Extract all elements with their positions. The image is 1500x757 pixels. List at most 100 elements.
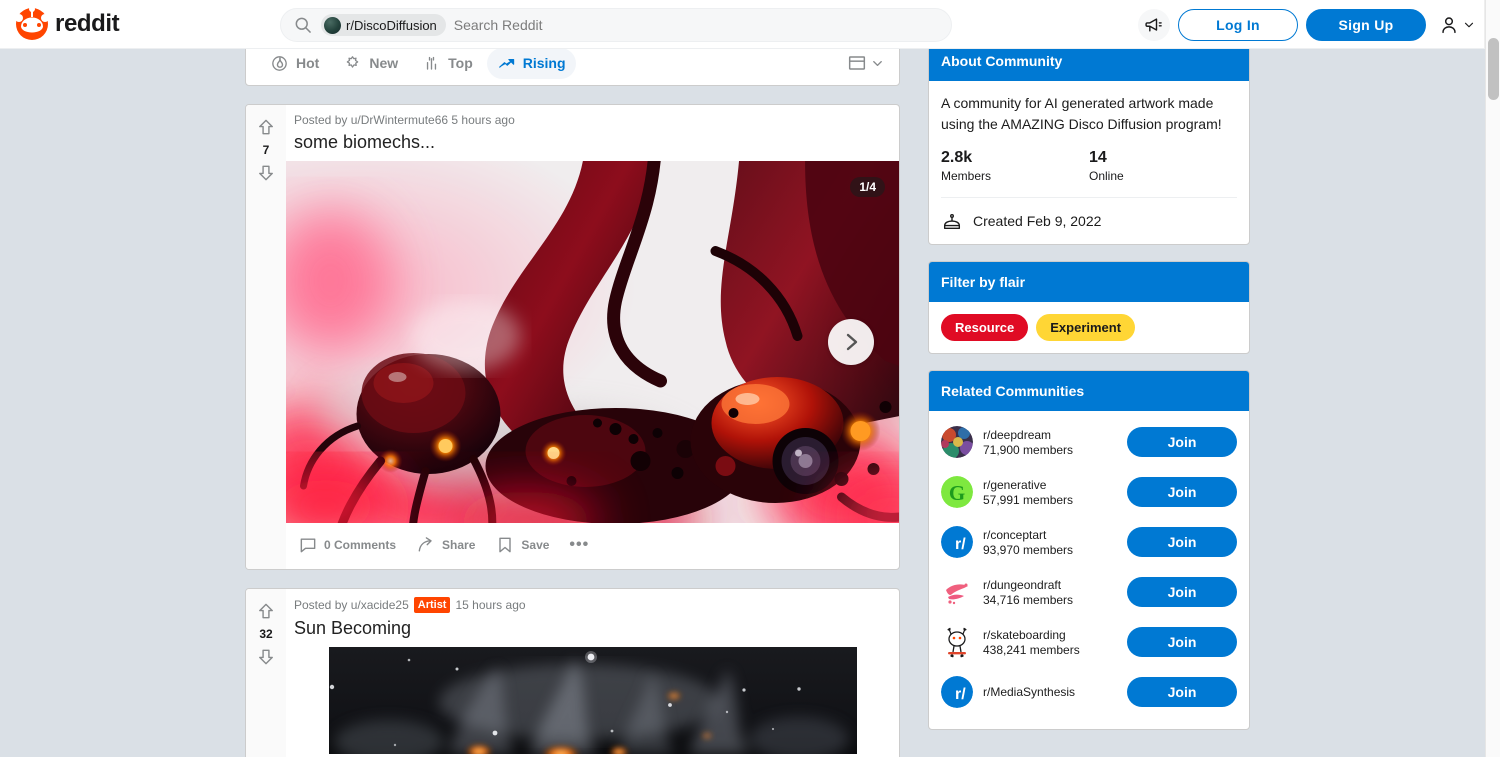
join-button[interactable]: Join xyxy=(1127,577,1237,607)
sort-tab-hot[interactable]: Hot xyxy=(260,48,329,79)
top-navigation-bar: reddit r/DiscoDiffusion Search Reddit Lo… xyxy=(0,0,1492,49)
list-item[interactable]: r/deepdream 71,900 members Join xyxy=(941,417,1237,467)
join-button[interactable]: Join xyxy=(1127,627,1237,657)
created-date-label: Created Feb 9, 2022 xyxy=(973,213,1102,229)
page-content: Hot New Top Rising 7 Posted by u/DrWinte… xyxy=(0,40,1492,757)
list-item[interactable]: r/ r/conceptart 93,970 members Join xyxy=(941,517,1237,567)
more-options-button[interactable]: ••• xyxy=(561,531,597,559)
subreddit-avatar-icon xyxy=(324,16,341,34)
community-created-row: Created Feb 9, 2022 xyxy=(941,210,1237,232)
log-in-button[interactable]: Log In xyxy=(1178,8,1298,41)
post-author-line[interactable]: Posted by u/DrWintermute66 5 hours ago xyxy=(294,113,515,127)
view-mode-dropdown[interactable] xyxy=(846,52,885,74)
community-info: r/dungeondraft 34,716 members xyxy=(983,578,1117,607)
megaphone-icon xyxy=(1145,17,1162,32)
community-members: 71,900 members xyxy=(983,442,1074,457)
post-action-bar: 0 Comments Share Save ••• xyxy=(286,523,899,569)
community-avatar-icon: G xyxy=(941,476,973,508)
community-info: r/conceptart 93,970 members xyxy=(983,528,1117,557)
reddit-home-link[interactable]: reddit xyxy=(15,6,120,40)
flair-chip-experiment[interactable]: Experiment xyxy=(1036,314,1136,341)
community-name: r/MediaSynthesis xyxy=(983,684,1076,699)
downvote-arrow-icon xyxy=(259,649,273,665)
announcements-button[interactable] xyxy=(1138,8,1170,41)
list-item[interactable]: r/dungeondraft 34,716 members Join xyxy=(941,567,1237,617)
flair-chip-resource[interactable]: Resource xyxy=(941,314,1029,341)
post-score: 7 xyxy=(262,143,270,157)
upvote-arrow-icon xyxy=(259,603,273,619)
community-avatar-icon: r/ xyxy=(941,526,973,558)
post-card[interactable]: 7 Posted by u/DrWintermute66 5 hours ago… xyxy=(245,104,900,570)
join-button[interactable]: Join xyxy=(1127,427,1237,457)
community-description: A community for AI generated artwork mad… xyxy=(941,95,1222,132)
share-button[interactable]: Share xyxy=(408,527,483,563)
community-info: r/MediaSynthesis xyxy=(983,685,1117,700)
filter-by-flair-body: Resource Experiment xyxy=(929,302,1249,353)
carousel-next-button[interactable] xyxy=(828,319,874,365)
join-button[interactable]: Join xyxy=(1127,677,1237,707)
sort-tab-top[interactable]: Top xyxy=(412,48,483,79)
reddit-wordmark: reddit xyxy=(55,10,120,37)
post-meta: Posted by u/DrWintermute66 5 hours ago xyxy=(286,113,899,127)
about-community-card: About Community A community for AI gener… xyxy=(928,40,1250,245)
scrollbar-thumb[interactable] xyxy=(1488,38,1499,100)
search-bar[interactable]: r/DiscoDiffusion Search Reddit xyxy=(280,8,952,42)
list-item[interactable]: G r/generative 57,991 members Join xyxy=(941,467,1237,517)
post-image-carousel[interactable]: 1/4 xyxy=(246,134,899,556)
sparkle-icon xyxy=(347,55,359,68)
post-timestamp: 15 hours ago xyxy=(455,598,526,612)
community-members: 34,716 members xyxy=(983,592,1074,607)
list-item[interactable]: r/ r/MediaSynthesis Join xyxy=(941,667,1237,717)
downvote-button[interactable] xyxy=(254,161,278,185)
join-button[interactable]: Join xyxy=(1127,527,1237,557)
post-body: Posted by u/DrWintermute66 5 hours ago s… xyxy=(246,105,899,569)
community-avatar-icon xyxy=(941,576,973,608)
vote-column: 32 xyxy=(246,589,286,757)
comments-button[interactable]: 0 Comments xyxy=(290,527,404,563)
members-label: Members xyxy=(941,169,992,183)
sidebar: About Community A community for AI gener… xyxy=(928,40,1250,746)
list-item[interactable]: r/skateboarding 438,241 members Join xyxy=(941,617,1237,667)
page-scrollbar[interactable] xyxy=(1485,0,1500,757)
search-input-placeholder[interactable]: Search Reddit xyxy=(454,17,543,33)
comment-bubble-icon xyxy=(300,538,316,553)
bookmark-icon xyxy=(499,537,512,553)
flair-chip-list: Resource Experiment xyxy=(941,314,1237,341)
save-button[interactable]: Save xyxy=(487,527,557,563)
sign-up-button[interactable]: Sign Up xyxy=(1306,8,1426,41)
community-members: 57,991 members xyxy=(983,492,1074,507)
post-card[interactable]: 32 Posted by u/xacide25 Artist 15 hours … xyxy=(245,588,900,757)
post-author-link[interactable]: Posted by u/xacide25 xyxy=(294,598,409,612)
upvote-button[interactable] xyxy=(254,115,278,139)
flame-icon xyxy=(272,55,287,71)
post-flair-badge[interactable]: Artist xyxy=(413,597,451,613)
svg-text:r/: r/ xyxy=(955,686,966,703)
comments-count-label: 0 Comments xyxy=(324,538,397,552)
share-arrow-icon xyxy=(418,537,432,552)
user-avatar-icon xyxy=(1442,16,1456,33)
upvote-button[interactable] xyxy=(254,599,278,623)
post-body: Posted by u/xacide25 Artist 15 hours ago… xyxy=(286,589,899,757)
online-label: Online xyxy=(1089,169,1124,183)
generative-avatar-icon: G xyxy=(941,476,973,508)
community-name: r/generative xyxy=(983,477,1047,492)
search-subreddit-scope-pill[interactable]: r/DiscoDiffusion xyxy=(321,14,446,36)
filter-by-flair-title: Filter by flair xyxy=(929,262,1249,302)
join-button[interactable]: Join xyxy=(1127,477,1237,507)
sort-tab-new[interactable]: New xyxy=(333,48,408,79)
header-actions: Log In Sign Up xyxy=(1138,0,1480,49)
community-info: r/deepdream 71,900 members xyxy=(983,428,1117,457)
chevron-down-icon xyxy=(1464,22,1474,27)
online-stat: 14 Online xyxy=(1089,149,1237,183)
header-edge-divider xyxy=(1484,0,1485,49)
community-avatar-icon xyxy=(941,426,973,458)
user-account-menu[interactable] xyxy=(1434,14,1480,36)
post-title[interactable]: some biomechs... xyxy=(286,127,899,161)
downvote-button[interactable] xyxy=(254,645,278,669)
post-image-container[interactable] xyxy=(286,647,899,754)
post-title[interactable]: Sun Becoming xyxy=(286,613,899,647)
svg-text:G: G xyxy=(949,481,965,505)
upvote-arrow-icon xyxy=(259,119,273,135)
sort-tab-rising[interactable]: Rising xyxy=(486,47,576,79)
card-view-icon xyxy=(848,56,866,70)
